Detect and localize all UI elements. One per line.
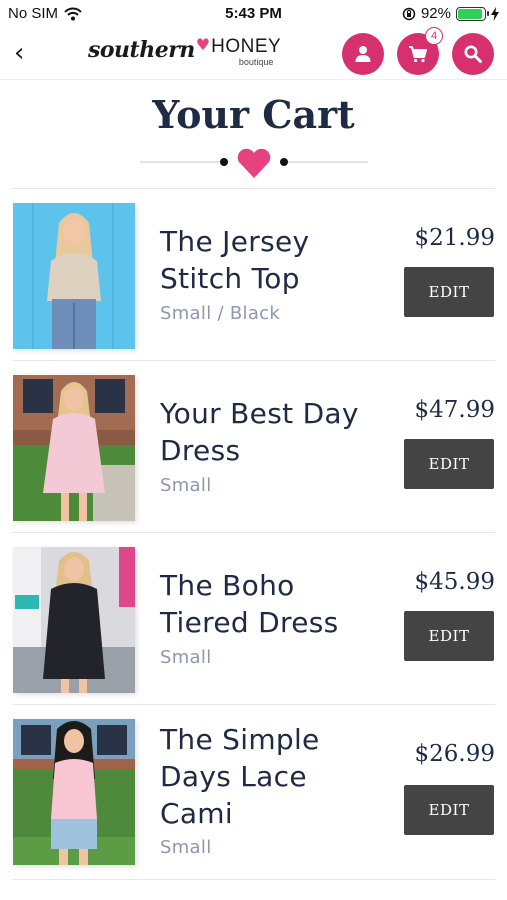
product-photo <box>13 203 135 349</box>
heart-icon <box>237 148 271 178</box>
search-icon <box>464 45 482 63</box>
item-price: $47.99 <box>414 397 495 423</box>
status-right: 92% <box>402 5 499 22</box>
item-name-line: Stitch Top <box>160 262 300 295</box>
item-name-line: The Jersey <box>160 225 310 258</box>
item-name-line: The Boho <box>160 569 295 602</box>
item-name[interactable]: The Simple Days Lace Cami <box>160 721 380 832</box>
cart-item[interactable]: The Jersey Stitch Top Small / Black $21.… <box>13 188 495 360</box>
logo-boutique-text: boutique <box>238 56 274 67</box>
item-price: $26.99 <box>414 741 495 767</box>
account-button[interactable] <box>342 33 384 75</box>
product-photo <box>13 547 135 693</box>
logo-right: HONEY boutique <box>211 36 282 67</box>
cart-list: The Jersey Stitch Top Small / Black $21.… <box>13 188 495 880</box>
battery-percent: 92% <box>420 5 451 22</box>
logo-southern-text: southern <box>88 37 195 63</box>
item-variant: Small <box>160 837 212 858</box>
battery-fill <box>458 8 482 19</box>
cart-item[interactable]: Your Best Day Dress Small $47.99 EDIT <box>13 360 495 532</box>
product-image[interactable] <box>13 203 135 349</box>
item-name-line: The Simple <box>160 723 320 756</box>
battery-icon <box>456 6 489 21</box>
user-icon <box>355 46 371 62</box>
edit-button[interactable]: EDIT <box>404 785 494 835</box>
search-button[interactable] <box>452 33 494 75</box>
item-name-line: Dress <box>160 434 241 467</box>
item-variant: Small <box>160 475 212 496</box>
item-name[interactable]: Your Best Day Dress <box>160 395 380 469</box>
item-price: $45.99 <box>414 569 495 595</box>
product-image[interactable] <box>13 547 135 693</box>
product-photo <box>13 719 135 865</box>
item-price: $21.99 <box>414 225 495 251</box>
item-name-line: Tiered Dress <box>160 606 339 639</box>
edit-button[interactable]: EDIT <box>404 611 494 661</box>
edit-button[interactable]: EDIT <box>404 439 494 489</box>
orientation-lock-icon <box>402 7 416 20</box>
item-name-line: Cami <box>160 797 233 830</box>
product-image[interactable] <box>13 719 135 865</box>
item-name[interactable]: The Boho Tiered Dress <box>160 567 380 641</box>
logo-heart-icon: ♥ <box>195 35 211 54</box>
cart-item[interactable]: The Simple Days Lace Cami Small $26.99 E… <box>13 704 495 879</box>
title-divider <box>140 148 368 178</box>
item-variant: Small / Black <box>160 303 281 324</box>
edit-button[interactable]: EDIT <box>404 267 494 317</box>
status-bar: No SIM 5:43 PM 92% <box>0 0 507 30</box>
back-chevron-icon[interactable]: ‹ <box>14 40 24 66</box>
list-divider <box>13 879 495 880</box>
product-photo <box>13 375 135 521</box>
cart-icon <box>409 46 427 63</box>
charging-bolt-icon <box>491 6 499 21</box>
item-variant: Small <box>160 647 212 668</box>
cart-button[interactable]: 4 <box>397 27 443 75</box>
cart-item[interactable]: The Boho Tiered Dress Small $45.99 EDIT <box>13 532 495 704</box>
brand-logo[interactable]: southern ♥ HONEY boutique <box>88 35 282 67</box>
app-header: ‹ southern ♥ HONEY boutique 4 <box>0 27 507 80</box>
product-image[interactable] <box>13 375 135 521</box>
item-name-line: Days Lace <box>160 760 307 793</box>
item-name[interactable]: The Jersey Stitch Top <box>160 223 380 297</box>
logo-honey-text: HONEY <box>211 36 282 57</box>
cart-count-badge: 4 <box>425 27 443 45</box>
page-title: Your Cart <box>152 92 355 137</box>
item-name-line: Your Best Day <box>160 397 359 430</box>
